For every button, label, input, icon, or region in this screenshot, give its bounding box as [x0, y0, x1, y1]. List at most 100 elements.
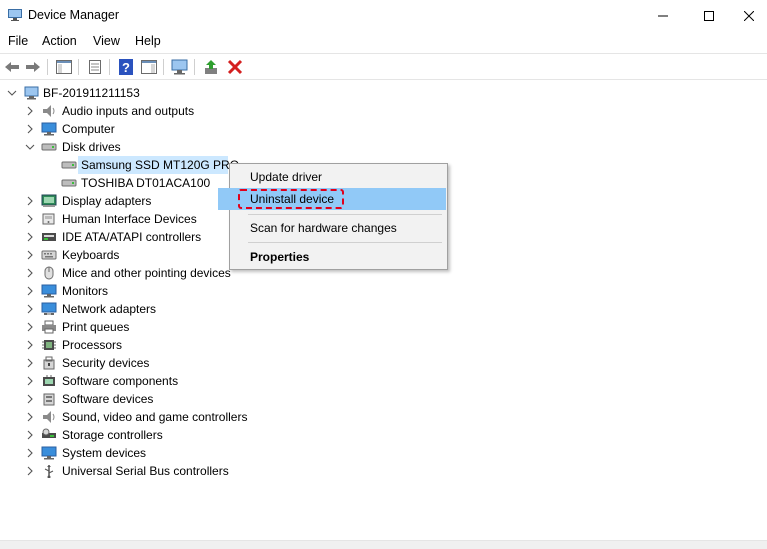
tree-category[interactable]: Monitors [0, 282, 767, 300]
chevron-right-icon[interactable] [25, 232, 35, 242]
speaker-icon [41, 104, 57, 118]
chevron-right-icon[interactable] [25, 124, 35, 134]
chevron-right-icon[interactable] [25, 466, 35, 476]
software-device-icon [41, 392, 57, 406]
chevron-right-icon[interactable] [25, 268, 35, 278]
toolbar-separator [47, 59, 48, 75]
show-action-pane-icon [141, 60, 157, 74]
tree-category[interactable]: Universal Serial Bus controllers [0, 462, 767, 480]
chevron-right-icon[interactable] [25, 196, 35, 206]
chevron-right-icon[interactable] [25, 394, 35, 404]
tree-item-label: Monitors [62, 284, 109, 298]
chevron-down-icon[interactable] [25, 142, 35, 152]
highlight-annotation [238, 189, 344, 209]
tree-category[interactable]: Software devices [0, 390, 767, 408]
chevron-right-icon[interactable] [25, 214, 35, 224]
update-driver-icon [205, 60, 217, 74]
chevron-right-icon[interactable] [25, 412, 35, 422]
tree-item-label: TOSHIBA DT01ACA100 [81, 176, 211, 190]
chevron-right-icon[interactable] [25, 286, 35, 296]
scan-hardware-button[interactable] [171, 58, 189, 76]
tree-category[interactable]: Print queues [0, 318, 767, 336]
show-action-pane-button[interactable] [140, 58, 158, 76]
tree-item-label: Samsung SSD MT120G PRO [81, 158, 240, 172]
printer-icon [41, 320, 57, 334]
properties-icon [89, 60, 101, 74]
hid-icon [41, 212, 57, 226]
disk-drive-icon [61, 176, 77, 190]
device-manager-icon [8, 9, 22, 21]
close-button[interactable] [731, 0, 767, 31]
chevron-right-icon[interactable] [25, 448, 35, 458]
chevron-right-icon[interactable] [25, 340, 35, 350]
ide-controller-icon [41, 230, 57, 244]
tree-item-label: Storage controllers [62, 428, 163, 442]
software-component-icon [41, 374, 57, 388]
menu-properties[interactable]: Properties [230, 246, 447, 268]
chevron-right-icon[interactable] [25, 322, 35, 332]
chevron-right-icon[interactable] [25, 430, 35, 440]
menu-view[interactable]: View [93, 34, 120, 48]
chevron-right-icon[interactable] [25, 376, 35, 386]
menu-update-driver[interactable]: Update driver [230, 166, 447, 188]
tree-category[interactable]: Network adapters [0, 300, 767, 318]
tree-category[interactable]: Storage controllers [0, 426, 767, 444]
security-device-icon [41, 356, 57, 370]
tree-category[interactable]: Sound, video and game controllers [0, 408, 767, 426]
sound-controller-icon [41, 410, 57, 424]
tree-item-label: Software devices [62, 392, 154, 406]
chevron-right-icon[interactable] [25, 304, 35, 314]
chevron-right-icon[interactable] [25, 250, 35, 260]
tree-item-label: Human Interface Devices [62, 212, 197, 226]
scan-hardware-icon [171, 59, 188, 75]
help-button[interactable]: ? [117, 58, 135, 76]
tree-category[interactable]: Software components [0, 372, 767, 390]
toolbar: ? [0, 53, 767, 80]
computer-icon [41, 122, 57, 136]
context-menu: Update driver Uninstall device Scan for … [218, 163, 448, 270]
toolbar-separator [163, 59, 164, 75]
show-hide-console-tree-button[interactable] [55, 58, 73, 76]
tree-root[interactable]: BF-201911211153 [0, 84, 767, 102]
tree-category[interactable]: Audio inputs and outputs [0, 102, 767, 120]
tree-item-label: Mice and other pointing devices [62, 266, 231, 280]
network-adapter-icon [41, 302, 57, 316]
help-icon: ? [119, 59, 133, 75]
tree-item-label: Computer [62, 122, 115, 136]
tree-item-label: Print queues [62, 320, 130, 334]
tree-category[interactable]: Computer [0, 120, 767, 138]
computer-icon [24, 86, 40, 100]
minimize-button[interactable] [640, 0, 686, 31]
mouse-icon [41, 266, 57, 280]
monitor-icon [41, 284, 57, 298]
menu-action[interactable]: Action [42, 34, 77, 48]
window-title: Device Manager [28, 8, 120, 22]
tree-item-label: Sound, video and game controllers [62, 410, 248, 424]
menu-bar: File Action View Help [0, 31, 767, 52]
menu-scan-hardware-changes[interactable]: Scan for hardware changes [230, 217, 447, 239]
forward-button[interactable] [24, 58, 42, 76]
chevron-right-icon[interactable] [25, 106, 35, 116]
back-icon [5, 62, 19, 72]
disk-drive-icon [61, 158, 77, 172]
properties-button[interactable] [86, 58, 104, 76]
chevron-right-icon[interactable] [25, 358, 35, 368]
tree-category[interactable]: System devices [0, 444, 767, 462]
menu-separator [248, 214, 442, 215]
tree-category[interactable]: Security devices [0, 354, 767, 372]
back-button[interactable] [3, 58, 21, 76]
menu-help[interactable]: Help [135, 34, 161, 48]
tree-category[interactable]: Disk drives [0, 138, 767, 156]
tree-item-label: Security devices [62, 356, 150, 370]
menu-file[interactable]: File [8, 34, 28, 48]
close-icon [744, 10, 754, 21]
uninstall-button[interactable] [226, 58, 244, 76]
chevron-down-icon[interactable] [7, 88, 17, 98]
toolbar-separator [78, 59, 79, 75]
tree-item-label: BF-201911211153 [43, 86, 140, 100]
disk-drive-icon [41, 140, 57, 154]
tree-category[interactable]: Processors [0, 336, 767, 354]
update-driver-button[interactable] [203, 58, 221, 76]
svg-text:?: ? [122, 60, 130, 75]
maximize-button[interactable] [686, 0, 732, 31]
